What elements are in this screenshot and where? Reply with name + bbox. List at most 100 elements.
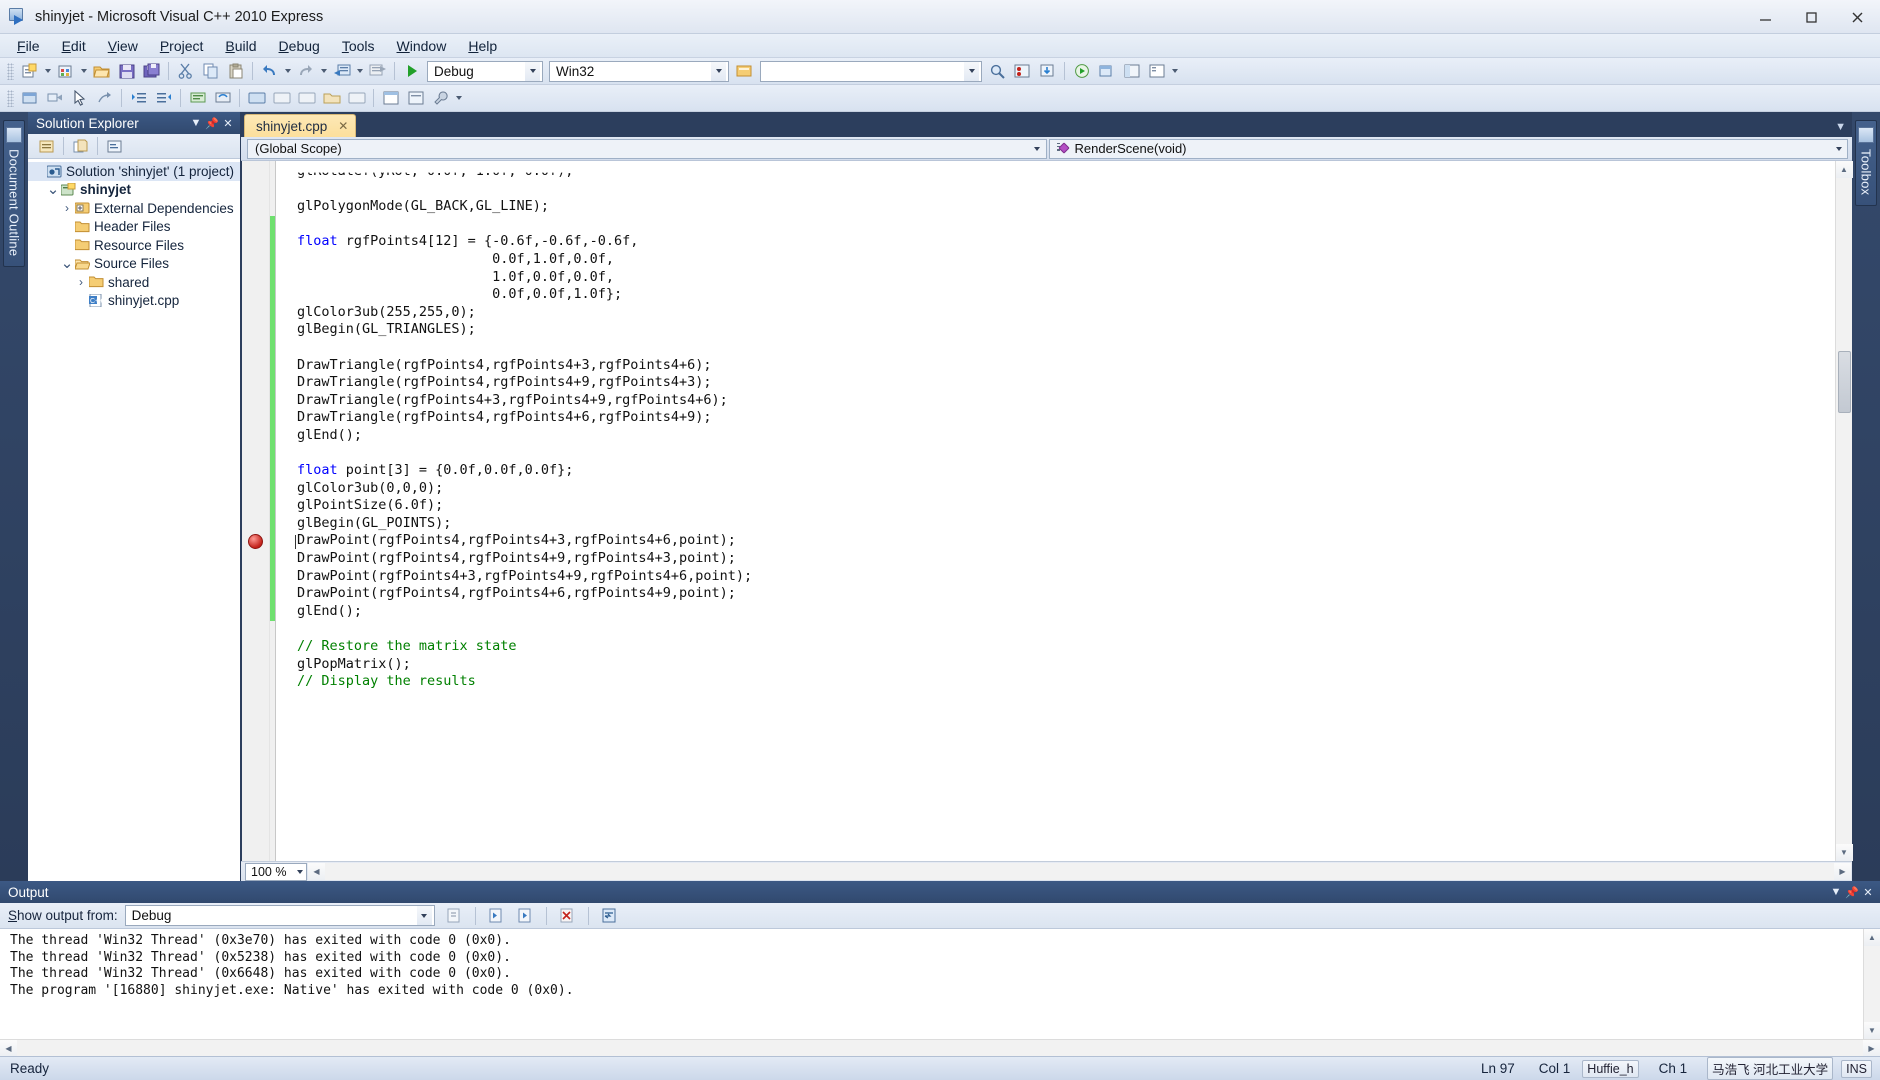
outdent-icon[interactable] — [152, 87, 175, 109]
output-scroll-right-icon[interactable]: ▶ — [1863, 1039, 1880, 1057]
close-icon[interactable]: ✕ — [338, 119, 348, 133]
platform-dropdown-icon[interactable] — [711, 61, 726, 81]
arrow-tool-icon[interactable] — [93, 87, 116, 109]
horizontal-scroll-track[interactable] — [325, 863, 1834, 880]
scope-dropdown-icon[interactable] — [1031, 147, 1044, 151]
menu-window[interactable]: Window — [386, 35, 458, 57]
pointer-icon[interactable] — [68, 87, 91, 109]
code-line[interactable]: // Restore the matrix state — [285, 638, 1835, 656]
code-line[interactable]: 0.0f,1.0f,0.0f, — [285, 251, 1835, 269]
code-line[interactable] — [285, 216, 1835, 234]
new-project-icon[interactable] — [18, 60, 41, 82]
panel3-icon[interactable] — [295, 87, 318, 109]
code-line[interactable] — [285, 339, 1835, 357]
properties-icon[interactable] — [35, 135, 58, 157]
tree-item-shinyjet[interactable]: ⌄ shinyjet — [28, 181, 240, 200]
view-code-icon[interactable] — [103, 135, 126, 157]
zoom-combo[interactable]: 100 % — [245, 862, 307, 881]
code-line[interactable]: DrawTriangle(rgfPoints4+3,rgfPoints4+9,r… — [285, 392, 1835, 410]
code-line[interactable]: DrawPoint(rgfPoints4+3,rgfPoints4+9,rgfP… — [285, 568, 1835, 586]
panel4-icon[interactable] — [345, 87, 368, 109]
breakpoint-margin[interactable] — [242, 161, 270, 861]
toolbox-tool-icon[interactable] — [404, 87, 427, 109]
expander-icon[interactable]: › — [60, 201, 74, 215]
go-to-previous-icon[interactable] — [485, 905, 508, 927]
navigate-backward-dropdown-icon[interactable] — [354, 60, 365, 82]
toggle-word-wrap-icon[interactable] — [598, 905, 621, 927]
member-combo[interactable]: RenderScene(void) — [1048, 138, 1848, 159]
menu-project[interactable]: Project — [149, 35, 215, 57]
code-line[interactable]: DrawTriangle(rgfPoints4,rgfPoints4+6,rgf… — [285, 409, 1835, 427]
code-text-area[interactable]: glRotatef(yRot, 0.0f, 1.0f, 0.0f); glPol… — [285, 161, 1835, 861]
tree-item-shinyjet-cpp[interactable]: C++ shinyjet.cpp — [28, 292, 240, 311]
new-project-dropdown-icon[interactable] — [42, 60, 53, 82]
toolbar2-overflow-icon[interactable] — [453, 87, 464, 109]
output-vertical-scrollbar[interactable]: ▲ ▼ — [1863, 929, 1880, 1039]
window-icon[interactable] — [18, 87, 41, 109]
code-line[interactable]: 1.0f,0.0f,0.0f, — [285, 269, 1835, 287]
undo-icon[interactable] — [258, 60, 281, 82]
menu-build[interactable]: Build — [214, 35, 267, 57]
code-line[interactable]: glBegin(GL_POINTS); — [285, 515, 1835, 533]
redo-icon[interactable] — [294, 60, 317, 82]
code-line[interactable]: float rgfPoints4[12] = {-0.6f,-0.6f,-0.6… — [285, 233, 1835, 251]
menu-help[interactable]: Help — [457, 35, 508, 57]
cut-icon[interactable] — [174, 60, 197, 82]
clear-all-icon[interactable] — [556, 905, 579, 927]
scroll-left-icon[interactable]: ◀ — [308, 863, 325, 880]
tree-item-resource-files[interactable]: Resource Files — [28, 236, 240, 255]
minimize-button[interactable] — [1742, 0, 1788, 34]
close-icon[interactable]: ✕ — [220, 115, 236, 132]
configuration-dropdown-icon[interactable] — [525, 61, 540, 81]
new-item-dropdown-icon[interactable] — [78, 60, 89, 82]
copy-icon[interactable] — [199, 60, 222, 82]
output-text[interactable]: The thread 'Win32 Thread' (0x3e70) has e… — [0, 929, 1863, 1039]
maximize-button[interactable] — [1788, 0, 1834, 34]
code-line[interactable] — [285, 181, 1835, 199]
tree-item-header-files[interactable]: Header Files — [28, 218, 240, 237]
find-message-icon[interactable] — [443, 905, 466, 927]
go-to-next-icon[interactable] — [514, 905, 537, 927]
open-file-icon[interactable] — [90, 60, 113, 82]
close-button[interactable] — [1834, 0, 1880, 34]
folder-tool-icon[interactable] — [320, 87, 343, 109]
chevron-down-icon[interactable]: ▼ — [188, 115, 204, 132]
expander-icon[interactable]: ⌄ — [60, 256, 74, 271]
scroll-down-icon[interactable]: ▼ — [1835, 844, 1853, 861]
find-combo[interactable] — [760, 60, 982, 82]
code-line[interactable]: glBegin(GL_TRIANGLES); — [285, 321, 1835, 339]
expander-icon[interactable]: › — [74, 275, 88, 289]
tab-list-chevron-down-icon[interactable]: ▼ — [1835, 121, 1846, 133]
save-all-icon[interactable] — [140, 60, 163, 82]
code-line[interactable]: float point[3] = {0.0f,0.0f,0.0f}; — [285, 462, 1835, 480]
menu-file[interactable]: File — [6, 35, 51, 57]
find-in-files-icon[interactable] — [986, 60, 1009, 82]
code-line[interactable]: glPopMatrix(); — [285, 656, 1835, 674]
code-line[interactable]: glEnd(); — [285, 603, 1835, 621]
solution-tree[interactable]: Solution 'shinyjet' (1 project) ⌄ shinyjet… — [28, 159, 240, 881]
breakpoints-window-icon[interactable] — [1011, 60, 1034, 82]
code-line[interactable]: DrawTriangle(rgfPoints4,rgfPoints4+9,rgf… — [285, 374, 1835, 392]
navigate-icon[interactable] — [43, 87, 66, 109]
wrench-icon[interactable] — [429, 87, 452, 109]
code-line[interactable] — [285, 445, 1835, 463]
new-item-icon[interactable] — [54, 60, 77, 82]
output-scroll-down-icon[interactable]: ▼ — [1863, 1022, 1880, 1039]
menu-debug[interactable]: Debug — [268, 35, 331, 57]
start-debugging-icon[interactable] — [400, 60, 423, 82]
output-scroll-left-icon[interactable]: ◀ — [0, 1039, 17, 1057]
zoom-dropdown-icon[interactable] — [293, 870, 306, 874]
editor-tab-shinyjet-cpp[interactable]: shinyjet.cpp ✕ — [244, 114, 357, 137]
output-chevron-down-icon[interactable]: ▼ — [1828, 884, 1844, 901]
code-line[interactable]: DrawPoint(rgfPoints4,rgfPoints4+3,rgfPoi… — [285, 532, 1835, 550]
output-pin-icon[interactable]: 📌 — [1844, 884, 1860, 901]
editor-horizontal-scrollbar[interactable]: ◀ ▶ — [308, 863, 1851, 880]
toolbar-grip[interactable] — [7, 62, 14, 80]
redo-dropdown-icon[interactable] — [318, 60, 329, 82]
uncomment-icon[interactable] — [211, 87, 234, 109]
comment-icon[interactable] — [186, 87, 209, 109]
output-source-combo[interactable]: Debug — [124, 905, 435, 926]
code-line[interactable]: 0.0f,0.0f,1.0f}; — [285, 286, 1835, 304]
panel2-icon[interactable] — [270, 87, 293, 109]
output-close-icon[interactable]: ✕ — [1860, 884, 1876, 901]
